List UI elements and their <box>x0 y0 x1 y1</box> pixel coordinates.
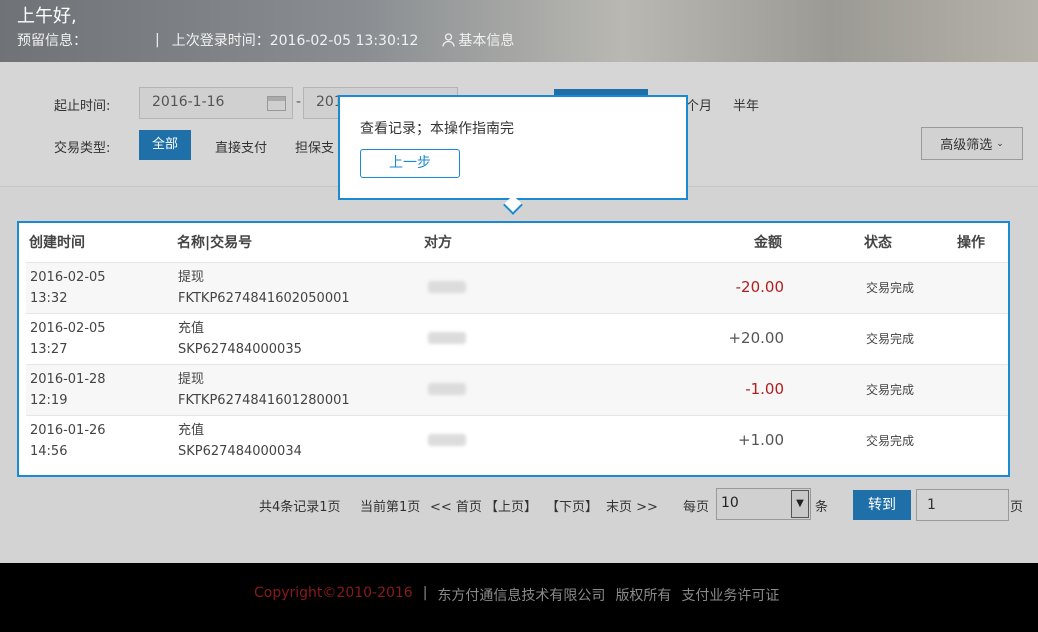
table-row: 2016-02-05 13:32 提现 FKTKP6274841602050001 … <box>26 262 1008 313</box>
type-escrow-link[interactable]: 担保支 <box>295 137 334 156</box>
header-actions: 操作 <box>957 235 985 251</box>
page-unit: 页 <box>1010 500 1024 515</box>
goto-page-button[interactable]: 转到 <box>853 490 911 520</box>
row-status: 交易完成 <box>866 434 915 448</box>
counterparty-redacted <box>428 332 466 344</box>
prev-step-button[interactable]: 上一步 <box>360 149 460 178</box>
table-row: 2016-01-26 14:56 充值 SKP627484000034 +1.00 … <box>26 415 1008 466</box>
footer-rights: 版权所有 <box>615 588 672 604</box>
row-date: 2016-02-05 13:27 <box>30 321 106 357</box>
row-amount: -1.00 <box>745 380 784 398</box>
row-status: 交易完成 <box>866 332 915 346</box>
counterparty-redacted <box>428 383 466 395</box>
row-name-tx: 提现 FKTKP6274841602050001 <box>178 270 350 306</box>
row-date: 2016-02-05 13:32 <box>30 270 106 306</box>
pager-last-link[interactable]: 末页 >> <box>606 496 658 515</box>
account-info-line: 预留信息： | 上次登录时间：2016-02-05 13:30:12 基本信息 <box>17 30 514 50</box>
date-dash: - <box>296 94 302 110</box>
page-footer: Copyright©2010-2016 | 东方付通信息技术有限公司 版权所有 … <box>0 563 1038 632</box>
guide-tooltip-text: 查看记录；本操作指南完 <box>360 121 514 137</box>
last-login-text: 上次登录时间：2016-02-05 13:30:12 <box>171 33 419 49</box>
start-date-value: 2016-1-16 <box>152 94 225 110</box>
footer-company: 东方付通信息技术有限公司 <box>437 588 606 604</box>
header-created-time: 创建时间 <box>29 235 85 251</box>
type-label: 交易类型: <box>54 141 111 156</box>
counterparty-redacted <box>428 434 466 446</box>
transactions-table: 创建时间 名称|交易号 对方 金额 状态 操作 2016-02-05 13:32 … <box>17 221 1010 477</box>
row-name-tx: 充值 SKP627484000034 <box>178 423 302 459</box>
reserved-info-label: 预留信息： <box>17 33 87 49</box>
info-separator: | <box>155 32 160 48</box>
footer-copyright: Copyright©2010-2016 <box>254 585 413 601</box>
row-amount: -20.00 <box>735 278 784 296</box>
footer-line: Copyright©2010-2016 | 东方付通信息技术有限公司 版权所有 … <box>254 585 779 605</box>
type-all-button[interactable]: 全部 <box>139 130 191 160</box>
pager-prev-link[interactable]: 【上页】 <box>485 496 537 515</box>
per-page-value: 10 <box>721 495 739 511</box>
row-date: 2016-01-28 12:19 <box>30 372 106 408</box>
row-date: 2016-01-26 14:56 <box>30 423 106 459</box>
advanced-filter-label: 高级筛选 <box>940 138 993 153</box>
basic-info-link[interactable]: 基本信息 <box>458 30 514 50</box>
per-page-select[interactable]: 10 ▼ <box>716 488 811 520</box>
page-number-input[interactable]: 1 <box>916 489 1009 521</box>
start-date-input[interactable]: 2016-1-16 <box>139 87 293 119</box>
per-page-label: 每页 <box>683 500 710 515</box>
row-status: 交易完成 <box>866 383 915 397</box>
type-direct-link[interactable]: 直接支付 <box>215 137 267 156</box>
chevron-down-icon: ⌄ <box>996 138 1004 149</box>
row-amount: +1.00 <box>738 431 784 449</box>
range-half-year-link[interactable]: 半年 <box>733 95 759 114</box>
chevron-down-icon[interactable]: ▼ <box>791 490 809 518</box>
advanced-filter-button[interactable]: 高级筛选 ⌄ <box>921 127 1023 160</box>
user-icon <box>442 33 456 47</box>
page-number-value: 1 <box>927 497 936 513</box>
table-row: 2016-01-28 12:19 提现 FKTKP6274841601280001 … <box>26 364 1008 415</box>
row-status: 交易完成 <box>866 281 915 295</box>
date-range-label: 起止时间: <box>54 99 111 114</box>
footer-separator: | <box>422 585 428 601</box>
pager-first-link[interactable]: << 首页 <box>430 496 482 515</box>
counterparty-redacted <box>428 281 466 293</box>
row-name-tx: 充值 SKP627484000035 <box>178 321 302 357</box>
header-status: 状态 <box>864 235 892 251</box>
header-name-tx: 名称|交易号 <box>177 235 253 251</box>
pager-summary: 共4条记录1页 <box>259 500 341 515</box>
page-header: 上午好, 预留信息： | 上次登录时间：2016-02-05 13:30:12 … <box>0 0 1038 62</box>
header-amount: 金额 <box>754 235 782 251</box>
footer-license-link[interactable]: 支付业务许可证 <box>681 585 779 605</box>
row-name-tx: 提现 FKTKP6274841601280001 <box>178 372 350 408</box>
pager-next-link[interactable]: 【下页】 <box>546 496 598 515</box>
greeting-text: 上午好, <box>17 6 77 27</box>
header-counterparty: 对方 <box>424 235 452 251</box>
table-row: 2016-02-05 13:27 充值 SKP627484000035 +20.00… <box>26 313 1008 364</box>
row-amount: +20.00 <box>728 329 784 347</box>
pager-current: 当前第1页 <box>360 500 421 515</box>
calendar-icon[interactable] <box>267 96 286 111</box>
tooltip-arrow <box>503 195 523 215</box>
per-page-unit: 条 <box>815 500 829 515</box>
guide-tooltip: 查看记录；本操作指南完 上一步 <box>338 95 688 215</box>
range-month-link[interactable]: 个月 <box>686 95 712 114</box>
